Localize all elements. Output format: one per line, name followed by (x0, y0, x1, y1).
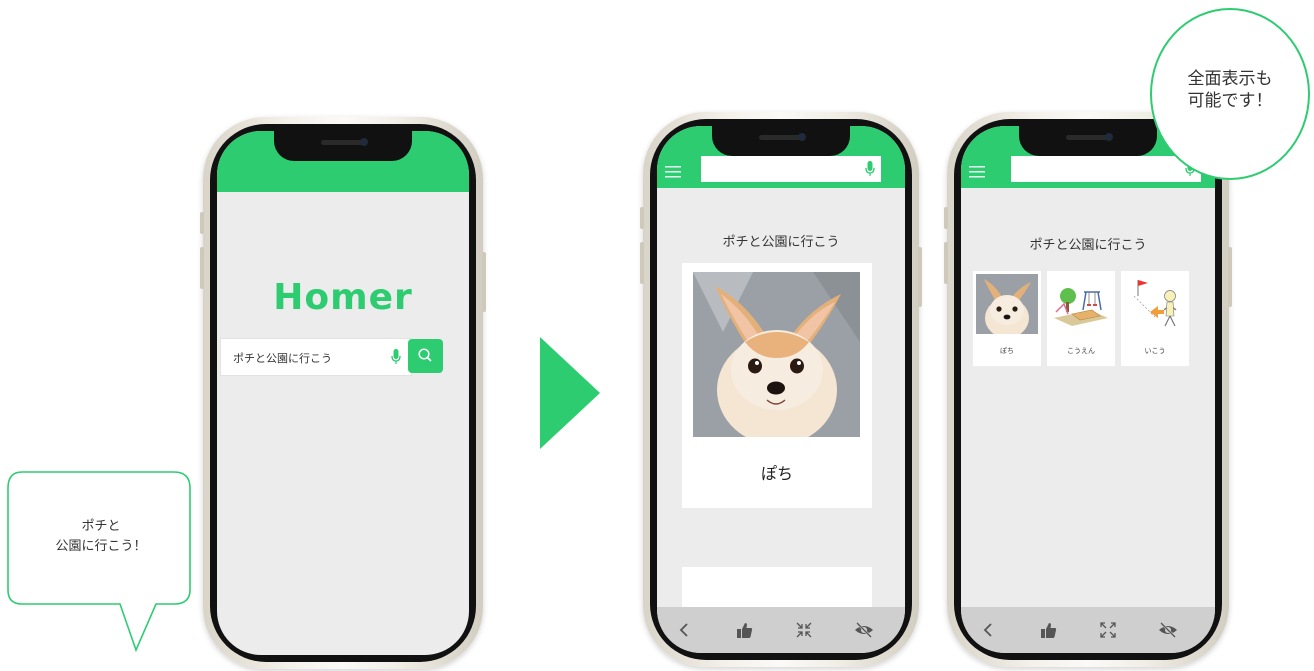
bubble-line-1: 全面表示も (1187, 69, 1273, 89)
walking-person-illustration (1124, 274, 1186, 334)
hamburger-menu-icon[interactable] (665, 166, 681, 178)
back-icon[interactable] (673, 619, 695, 641)
search-query: ポチと公園に行こう (233, 352, 332, 365)
word-card[interactable]: いこう (1121, 271, 1189, 366)
phone-fullscreen-screen: ポチと公園に行こう ぽち こうえん いこう (944, 112, 1232, 667)
phone-search-screen: Homer ポチと公園に行こう (200, 117, 486, 669)
hide-icon[interactable] (853, 619, 875, 641)
search-icon (418, 348, 432, 362)
microphone-icon[interactable] (865, 161, 875, 181)
park-illustration (1050, 274, 1112, 334)
bubble-line-2: 可能です！ (1187, 91, 1273, 111)
sentence-text: ポチと公園に行こう (722, 235, 840, 250)
screen: ポチと公園に行こう ぽち (657, 126, 905, 653)
word-card[interactable]: こうえん (1047, 271, 1115, 366)
microphone-icon[interactable] (391, 349, 401, 369)
search-input[interactable]: ポチと公園に行こう (220, 338, 412, 376)
word-card[interactable]: ぽち (682, 263, 872, 508)
bubble-line-1: ポチと (81, 519, 121, 534)
hide-icon[interactable] (1157, 619, 1179, 641)
dog-photo (693, 272, 860, 437)
thumbs-up-icon[interactable] (733, 619, 755, 641)
word-card-label: こうえん (1067, 347, 1095, 355)
phone-result-screen: ポチと公園に行こう ぽち (640, 112, 922, 667)
word-card-label: いこう (1144, 347, 1166, 355)
dog-photo (976, 274, 1038, 334)
word-card[interactable]: ぽち (973, 271, 1041, 366)
word-card-label: ぽち (1000, 347, 1014, 355)
search-button[interactable] (408, 339, 443, 373)
bubble-line-2: 公園に行こう！ (55, 539, 147, 554)
bottom-toolbar (657, 607, 905, 653)
hamburger-menu-icon[interactable] (969, 166, 985, 178)
thumbs-up-icon[interactable] (1037, 619, 1059, 641)
sentence-text: ポチと公園に行こう (1029, 238, 1147, 253)
app-logo: Homer (273, 277, 413, 318)
screen: Homer ポチと公園に行こう (217, 131, 469, 655)
search-input[interactable] (701, 156, 881, 182)
speech-bubble-left: ポチと 公園に行こう！ (6, 470, 196, 659)
word-card-label: ぽち (760, 464, 793, 483)
arrow-right-icon (540, 337, 600, 449)
speech-bubble-right: 全面表示も 可能です！ (1150, 8, 1310, 180)
bottom-toolbar (961, 607, 1215, 653)
search-input[interactable] (1011, 156, 1201, 182)
expand-icon[interactable] (1097, 619, 1119, 641)
back-icon[interactable] (977, 619, 999, 641)
collapse-icon[interactable] (793, 619, 815, 641)
screen: ポチと公園に行こう ぽち (961, 126, 1215, 653)
